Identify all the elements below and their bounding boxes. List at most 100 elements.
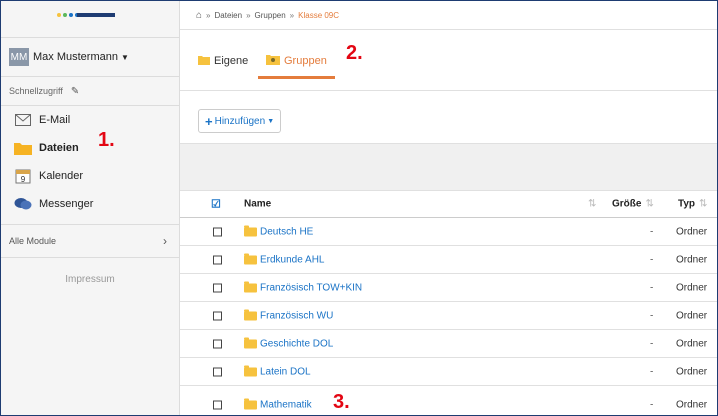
- filter-band: [180, 144, 717, 191]
- file-size: -: [650, 254, 654, 265]
- home-icon[interactable]: ⌂: [196, 10, 202, 21]
- breadcrumb: ⌂ » Dateien » Gruppen » Klasse 09C: [180, 1, 717, 30]
- table-row[interactable]: Deutsch HE - Ordner: [180, 218, 717, 246]
- caret-down-icon: ▼: [120, 52, 129, 62]
- chat-bubbles-icon: [13, 197, 33, 211]
- table-row[interactable]: Mathematik - Ordner 3.: [180, 386, 717, 415]
- breadcrumb-item-groups[interactable]: Gruppen: [255, 11, 286, 20]
- file-name: Französisch TOW+KIN: [260, 282, 363, 293]
- breadcrumb-current: Klasse 09C: [298, 10, 340, 20]
- file-name: Französisch WU: [260, 310, 334, 321]
- size-header-label: Größe: [612, 198, 642, 210]
- logo[interactable]: [1, 1, 179, 38]
- user-name: Max Mustermann: [33, 51, 118, 63]
- annotation-step-2: 2.: [346, 42, 363, 64]
- row-checkbox[interactable]: [213, 255, 222, 264]
- file-name: Erdkunde AHL: [260, 254, 325, 265]
- app-window: MM Max Mustermann ▼ Schnellzugriff ✎ E-M…: [0, 0, 718, 416]
- annotation-step-1: 1.: [98, 129, 115, 151]
- sidebar-item-label: Kalender: [39, 170, 84, 182]
- file-type: Ordner: [676, 338, 708, 349]
- tab-groups[interactable]: Gruppen: [258, 46, 335, 79]
- sidebar-item-label: Messenger: [39, 198, 94, 210]
- row-checkbox[interactable]: [213, 367, 222, 376]
- logo-dots: [57, 13, 79, 17]
- chevron-right-icon: ›: [163, 234, 167, 248]
- table-row[interactable]: Geschichte DOL - Ordner: [180, 330, 717, 358]
- file-name: Latein DOL: [260, 366, 311, 377]
- breadcrumb-item-files[interactable]: Dateien: [215, 11, 243, 20]
- file-size: -: [650, 310, 654, 321]
- folder-icon: [244, 337, 257, 348]
- file-name-link[interactable]: Französisch TOW+KIN: [244, 281, 363, 293]
- file-name-link[interactable]: Deutsch HE: [244, 225, 313, 237]
- file-type: Ordner: [676, 254, 708, 265]
- all-modules-label: Alle Module: [9, 236, 57, 246]
- folder-icon: [244, 225, 257, 236]
- add-button[interactable]: + Hinzufügen ▼: [198, 109, 282, 133]
- row-checkbox[interactable]: [213, 400, 222, 410]
- folder-icon: [244, 309, 257, 320]
- tab-own[interactable]: Eigene: [198, 46, 248, 76]
- folder-icon: [244, 253, 257, 264]
- file-size: -: [650, 366, 654, 377]
- file-type: Ordner: [676, 399, 708, 411]
- tab-label: Eigene: [214, 55, 249, 67]
- file-name-link[interactable]: Erdkunde AHL: [244, 253, 325, 265]
- sidebar: MM Max Mustermann ▼ Schnellzugriff ✎ E-M…: [1, 1, 180, 415]
- plus-icon: +: [205, 113, 213, 129]
- group-folder-icon: [266, 54, 280, 68]
- file-name-link[interactable]: Geschichte DOL: [244, 337, 334, 349]
- file-size: -: [650, 338, 654, 349]
- sidebar-item-label: Dateien: [39, 142, 79, 154]
- sidebar-item-email[interactable]: E-Mail: [1, 106, 179, 134]
- table-body: Deutsch HE - Ordner Erdkunde AHL - Ordne…: [180, 218, 717, 415]
- table-header: ☑ Name ⇅ Größe ⇅ Typ ⇅: [180, 191, 717, 218]
- logo-bar: [77, 13, 115, 17]
- file-type: Ordner: [676, 226, 708, 237]
- table-row[interactable]: Latein DOL - Ordner: [180, 358, 717, 386]
- table-row[interactable]: Erdkunde AHL - Ordner: [180, 246, 717, 274]
- file-name-link[interactable]: Latein DOL: [244, 365, 311, 377]
- main-content: ⌂ » Dateien » Gruppen » Klasse 09C Eigen…: [180, 1, 717, 415]
- file-name-link[interactable]: Französisch WU: [244, 309, 334, 321]
- svg-text:9: 9: [21, 175, 26, 184]
- breadcrumb-separator: »: [206, 10, 211, 20]
- sort-icon[interactable]: ⇅: [588, 199, 596, 210]
- pencil-icon[interactable]: ✎: [71, 86, 79, 97]
- breadcrumb-separator: »: [289, 10, 295, 20]
- column-header-size[interactable]: Größe ⇅: [612, 199, 654, 210]
- sort-icon: ⇅: [699, 198, 708, 210]
- sidebar-item-label: E-Mail: [39, 114, 71, 126]
- add-button-label: Hinzufügen: [214, 115, 266, 127]
- quick-access-header: Schnellzugriff ✎: [1, 77, 179, 106]
- file-name-link[interactable]: Mathematik: [244, 398, 312, 411]
- folder-icon: [13, 141, 33, 155]
- sidebar-item-messenger[interactable]: Messenger: [1, 190, 179, 218]
- table-row[interactable]: Französisch WU - Ordner: [180, 302, 717, 330]
- row-checkbox[interactable]: [213, 311, 222, 320]
- table-row[interactable]: Französisch TOW+KIN - Ordner: [180, 274, 717, 302]
- caret-down-icon: ▼: [267, 117, 275, 125]
- tab-label: Gruppen: [284, 55, 327, 67]
- impressum-link[interactable]: Impressum: [1, 274, 179, 285]
- all-modules[interactable]: Alle Module ›: [1, 224, 179, 258]
- user-menu[interactable]: MM Max Mustermann ▼: [1, 38, 179, 77]
- sidebar-item-files[interactable]: Dateien: [1, 134, 179, 162]
- sidebar-item-calendar[interactable]: 9 Kalender: [1, 162, 179, 190]
- file-type: Ordner: [676, 366, 708, 377]
- row-checkbox[interactable]: [213, 227, 222, 236]
- row-checkbox[interactable]: [213, 283, 222, 292]
- folder-icon: [244, 281, 257, 292]
- file-name: Geschichte DOL: [260, 338, 334, 349]
- file-type: Ordner: [676, 310, 708, 321]
- breadcrumb-separator: »: [246, 10, 251, 20]
- mail-icon: [13, 114, 33, 126]
- toolbar: + Hinzufügen ▼: [180, 91, 717, 144]
- file-size: -: [650, 226, 654, 237]
- type-header-label: Typ: [678, 198, 696, 210]
- select-all-icon[interactable]: ☑: [211, 198, 221, 211]
- column-header-name[interactable]: Name: [244, 199, 271, 210]
- row-checkbox[interactable]: [213, 339, 222, 348]
- column-header-type[interactable]: Typ ⇅: [678, 199, 707, 210]
